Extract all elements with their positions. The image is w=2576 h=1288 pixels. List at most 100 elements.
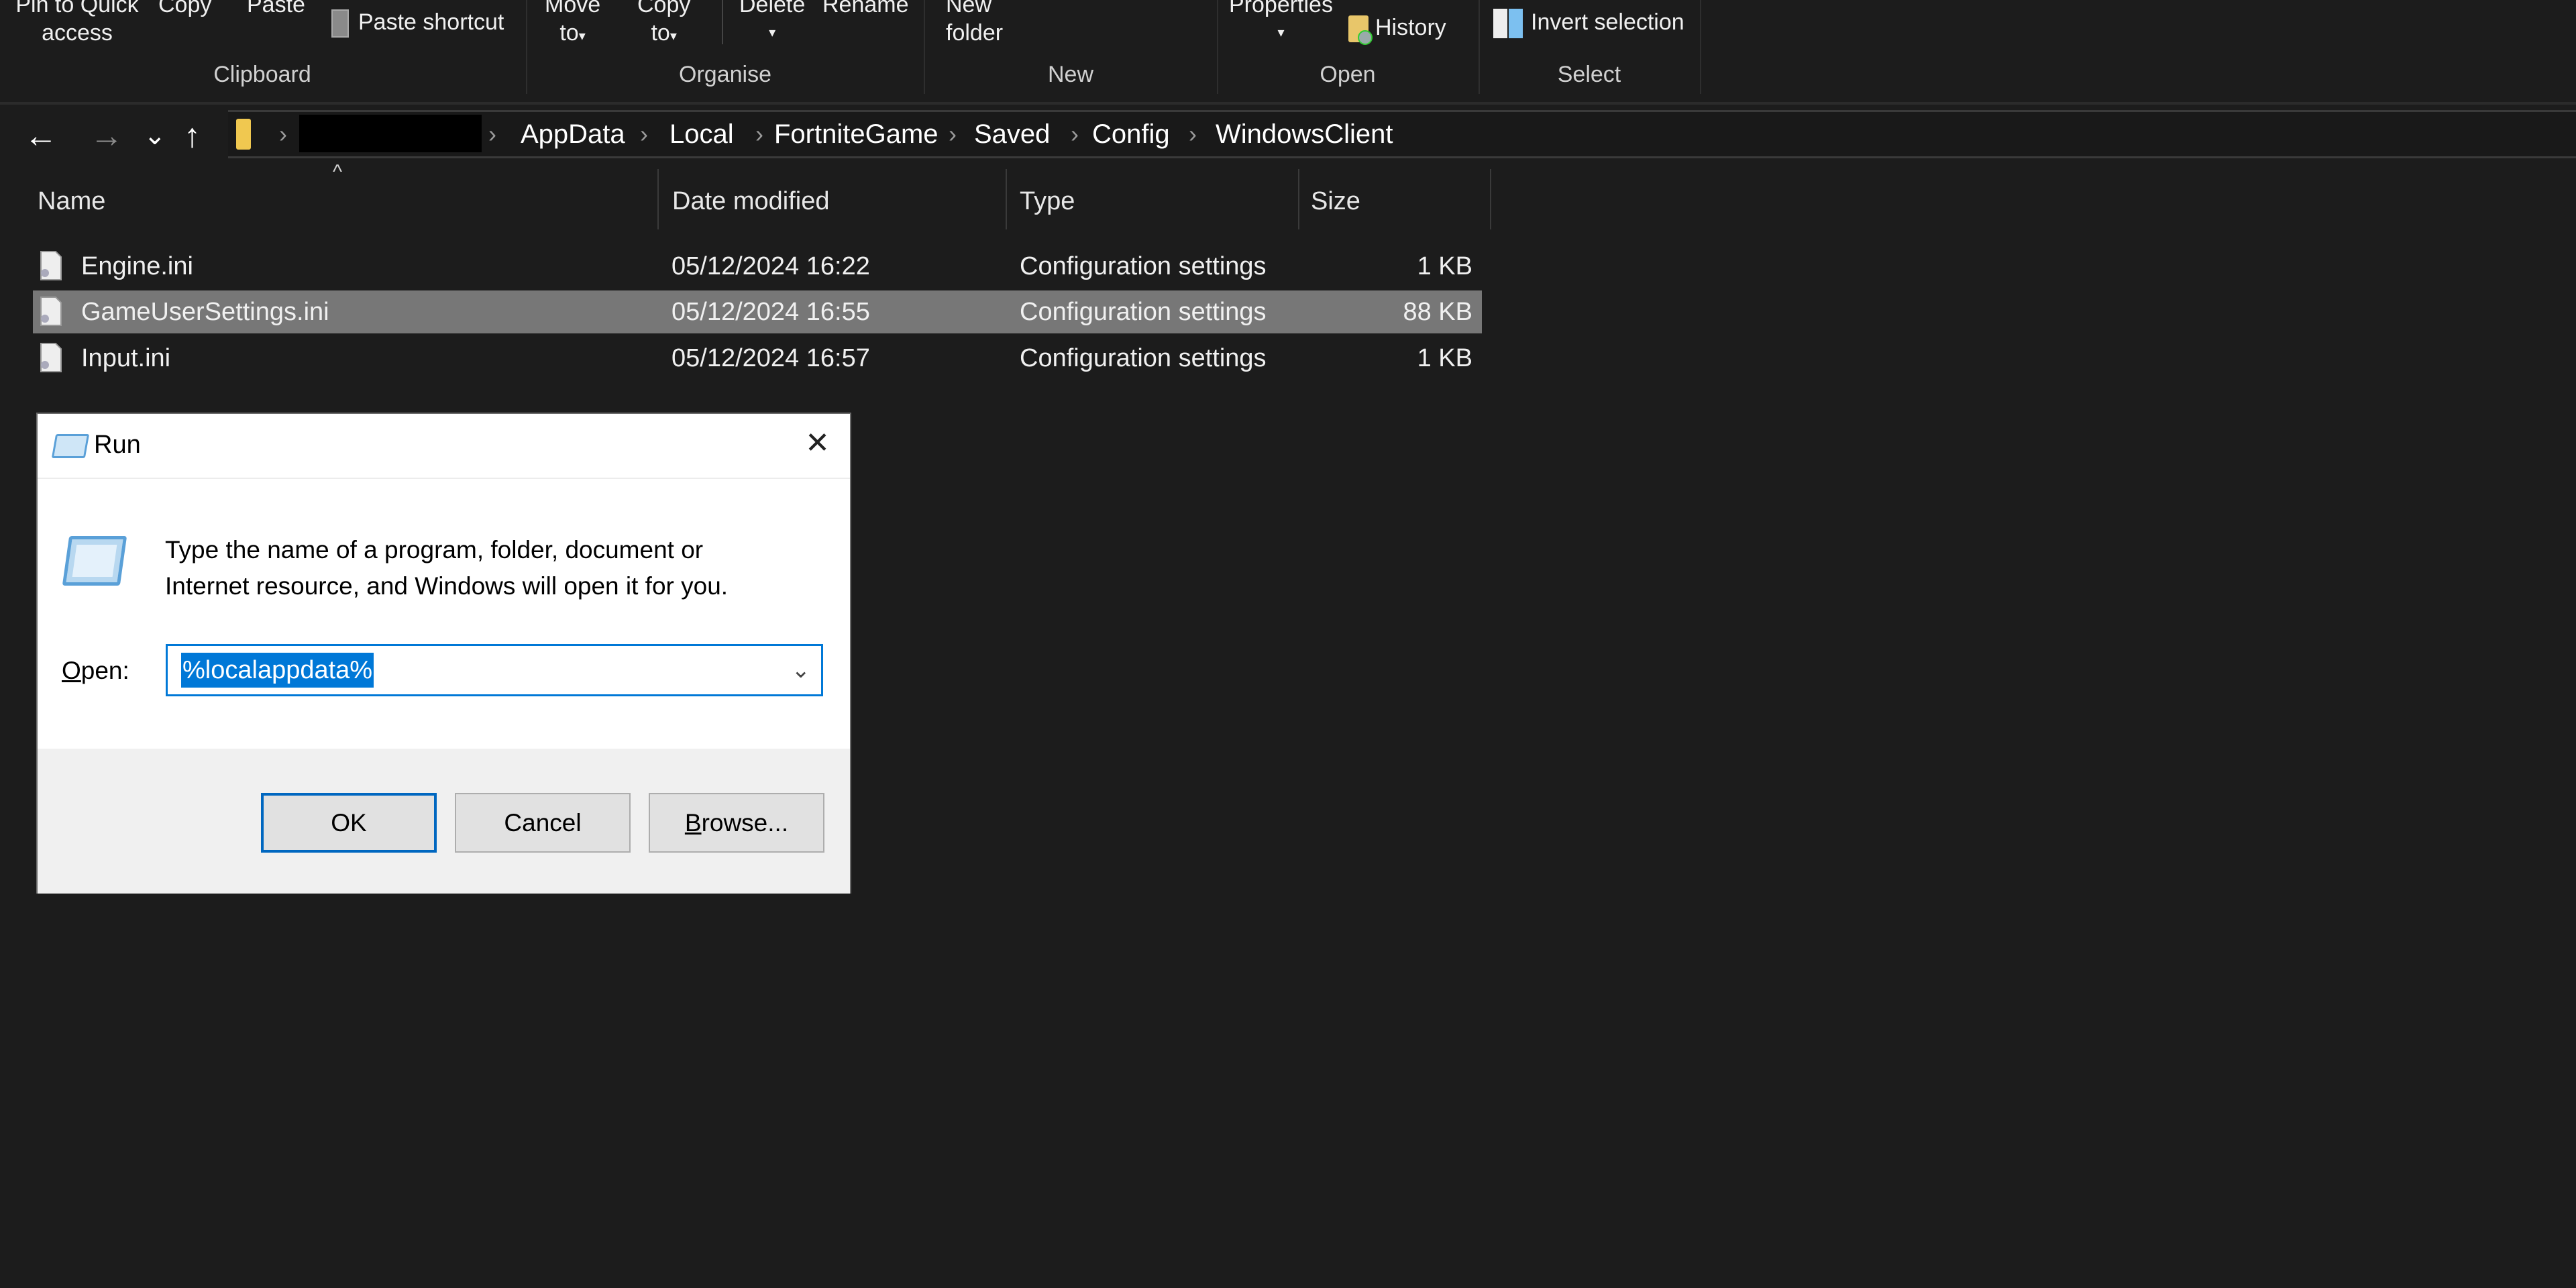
rename-button[interactable]: Rename (822, 0, 909, 19)
column-header-date-modified[interactable]: Date modified (672, 181, 829, 221)
config-file-icon (40, 296, 62, 327)
organise-group-label: Organise (679, 62, 771, 87)
move-label: Move (545, 0, 601, 17)
back-button[interactable]: ← (24, 115, 58, 156)
recent-locations-button[interactable]: ⌄ (144, 115, 166, 156)
new-folder-button[interactable]: New folder (946, 0, 1003, 47)
copy-button[interactable]: Copy (158, 0, 211, 19)
properties-label: Properties (1229, 0, 1333, 17)
dialog-title-bar[interactable]: Run ✕ (38, 414, 850, 479)
move-to-button[interactable]: Move to▾ (545, 0, 600, 50)
breadcrumb-local[interactable]: Local (669, 117, 734, 151)
open-label-accelerator: O (62, 657, 81, 684)
cancel-button[interactable]: Cancel (455, 793, 631, 853)
browse-label: rowse... (701, 809, 789, 837)
column-separator[interactable] (1298, 169, 1299, 229)
breadcrumb-fortnitegame[interactable]: FortniteGame (774, 117, 938, 151)
file-date: 05/12/2024 16:22 (672, 252, 870, 280)
file-type: Configuration settings (1020, 252, 1267, 280)
history-folder-icon (1348, 15, 1373, 46)
open-combobox-input[interactable]: %localappdata% ⌄ (166, 644, 823, 696)
file-date: 05/12/2024 16:57 (672, 344, 870, 372)
column-header-type[interactable]: Type (1020, 181, 1075, 221)
file-date: 05/12/2024 16:55 (672, 298, 870, 326)
run-dialog: Run ✕ Type the name of a program, folder… (36, 413, 851, 894)
delete-label: Delete (739, 0, 806, 17)
address-bar[interactable]: › › AppData › Local › FortniteGame › Sav… (228, 110, 2576, 158)
clipboard-shortcut-icon (331, 9, 349, 38)
redacted-username (299, 115, 482, 152)
paste-shortcut-label: Paste shortcut (358, 9, 504, 35)
open-group-label: Open (1320, 62, 1376, 87)
column-separator[interactable] (657, 169, 659, 229)
folder-icon (236, 119, 251, 150)
config-file-icon (40, 250, 62, 281)
new-group-label: New (1047, 62, 1094, 87)
invert-selection-label: Invert selection (1531, 9, 1684, 35)
up-button[interactable]: ↑ (184, 115, 201, 156)
config-file-icon (40, 342, 62, 373)
history-label: History (1375, 15, 1446, 40)
breadcrumb-separator: › (1071, 120, 1079, 148)
delete-button[interactable]: Delete ▾ (739, 0, 805, 47)
breadcrumb-separator: › (640, 120, 648, 148)
move-to-label: to (559, 20, 579, 46)
forward-button[interactable]: → (90, 115, 123, 156)
file-row-selected[interactable]: GameUserSettings.ini 05/12/2024 16:55 Co… (33, 290, 1482, 333)
copy-to-label: to (651, 20, 670, 46)
invert-selection-button[interactable]: Invert selection (1493, 8, 1684, 39)
ribbon-separator (1700, 0, 1701, 94)
file-row[interactable]: Input.ini 05/12/2024 16:57 Configuration… (33, 337, 1482, 380)
new-label: New (946, 0, 992, 17)
file-type: Configuration settings (1020, 298, 1267, 326)
column-separator[interactable] (1006, 169, 1007, 229)
file-name: GameUserSettings.ini (81, 298, 329, 326)
copy-to-button[interactable]: Copy to▾ (637, 0, 690, 50)
dropdown-chevron-icon[interactable]: ⌄ (792, 653, 811, 688)
breadcrumb-appdata[interactable]: AppData (521, 117, 625, 151)
ribbon-separator (722, 0, 723, 44)
history-button[interactable]: History (1348, 13, 1446, 46)
column-header-size[interactable]: Size (1311, 181, 1360, 221)
ok-button[interactable]: OK (261, 793, 437, 853)
browse-button[interactable]: Browse... (649, 793, 824, 853)
copy-label: Copy (637, 0, 691, 17)
run-program-icon (62, 536, 127, 586)
breadcrumb-windowsclient[interactable]: WindowsClient (1216, 117, 1393, 151)
dialog-description-line2: Internet resource, and Windows will open… (165, 572, 729, 600)
dropdown-caret-icon: ▾ (1277, 25, 1285, 40)
file-size: 88 KB (1403, 298, 1472, 326)
paste-button[interactable]: Paste (247, 0, 305, 19)
file-size: 1 KB (1417, 344, 1472, 372)
breadcrumb-config[interactable]: Config (1092, 117, 1170, 151)
open-label: Open: (62, 653, 129, 689)
breadcrumb-separator: › (488, 120, 496, 148)
file-name: Engine.ini (81, 252, 193, 280)
column-header-name[interactable]: Name (38, 181, 105, 221)
breadcrumb-saved[interactable]: Saved (974, 117, 1050, 151)
browse-accelerator: B (684, 809, 702, 837)
open-input-value[interactable]: %localappdata% (181, 653, 374, 688)
breadcrumb-separator: › (949, 120, 957, 148)
file-row[interactable]: Engine.ini 05/12/2024 16:22 Configuratio… (33, 245, 1482, 288)
breadcrumb-separator: › (279, 120, 287, 148)
properties-button[interactable]: Properties ▾ (1229, 0, 1333, 47)
sort-ascending-icon: ^ (333, 161, 343, 183)
pin-to-quick-access-button[interactable]: Pin to Quick access (13, 0, 141, 47)
paste-shortcut-button[interactable]: Paste shortcut (331, 8, 504, 38)
dialog-title: Run (94, 431, 141, 459)
dropdown-caret-icon: ▾ (669, 29, 677, 44)
dialog-description-line1: Type the name of a program, folder, docu… (165, 536, 704, 564)
folder-label: folder (946, 20, 1004, 46)
breadcrumb-separator: › (755, 120, 763, 148)
file-name: Input.ini (81, 344, 171, 372)
pin-label-2: access (42, 20, 113, 46)
breadcrumb-separator: › (1189, 120, 1197, 148)
file-type: Configuration settings (1020, 344, 1267, 372)
close-button[interactable]: ✕ (805, 425, 830, 462)
ribbon: Pin to Quick access Copy Paste Paste sho… (0, 0, 2576, 105)
column-separator[interactable] (1490, 169, 1491, 229)
file-size: 1 KB (1417, 252, 1472, 280)
run-small-icon (51, 434, 90, 458)
dropdown-caret-icon: ▾ (578, 29, 586, 44)
